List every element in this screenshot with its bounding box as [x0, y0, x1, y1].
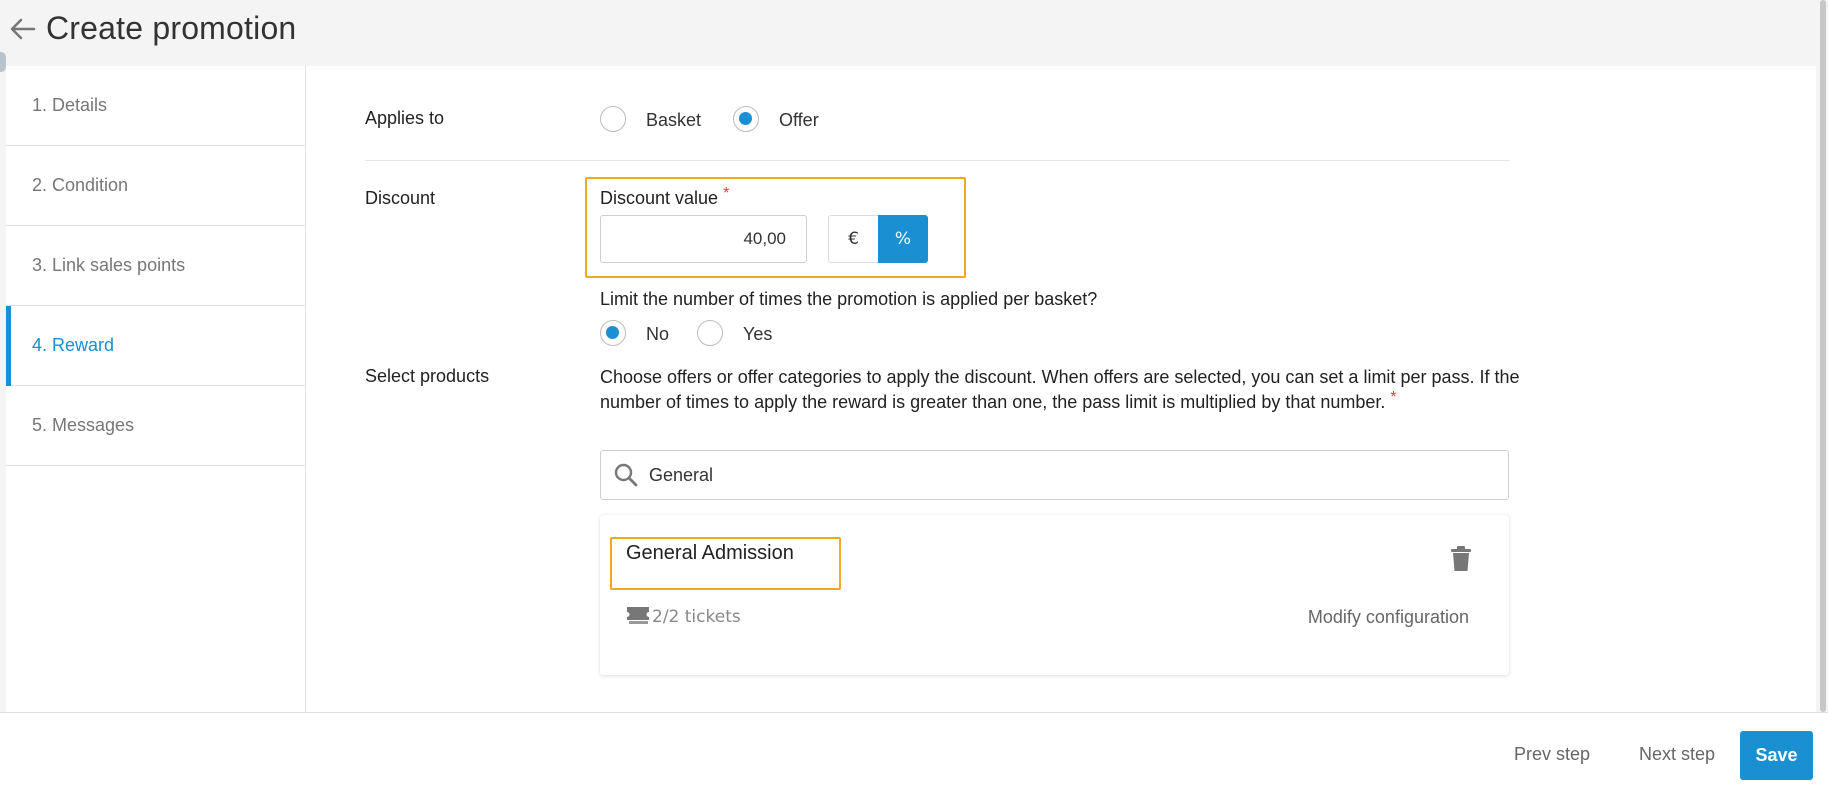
- step-label: 2. Condition: [32, 175, 129, 195]
- discount-value-input[interactable]: [600, 215, 807, 263]
- select-products-label: Select products: [365, 366, 490, 386]
- next-step-button[interactable]: Next step: [1639, 744, 1715, 765]
- scrollbar-thumb[interactable]: [1820, 0, 1826, 712]
- radio-limit-yes[interactable]: [697, 320, 723, 346]
- step-label: 1. Details: [32, 95, 108, 115]
- unit-percent-button[interactable]: %: [878, 215, 928, 263]
- radio-offer-label[interactable]: Offer: [779, 110, 819, 131]
- steps-sidebar: 1. Details 2. Condition 3. Link sales po…: [6, 66, 306, 712]
- page-header: Create promotion: [0, 0, 1828, 66]
- step-condition[interactable]: 2. Condition: [6, 146, 306, 226]
- step-details[interactable]: 1. Details: [6, 66, 306, 146]
- section-divider: [365, 160, 1510, 161]
- page-title: Create promotion: [46, 10, 297, 46]
- products-description: Choose offers or offer categories to app…: [600, 365, 1520, 416]
- modify-configuration-link[interactable]: Modify configuration: [1308, 607, 1469, 628]
- radio-basket[interactable]: [600, 106, 626, 132]
- offer-title: General Admission: [626, 542, 794, 564]
- products-description-text: Choose offers or offer categories to app…: [600, 367, 1520, 412]
- step-label: 3. Link sales points: [32, 255, 186, 275]
- step-label: 4. Reward: [32, 335, 115, 355]
- save-button[interactable]: Save: [1740, 731, 1813, 780]
- discount-value-label: Discount value *: [600, 185, 730, 209]
- step-label: 5. Messages: [32, 415, 135, 435]
- offer-card: General Admission 2/2 tickets Modify con…: [600, 515, 1509, 675]
- radio-limit-no-label[interactable]: No: [646, 324, 669, 345]
- main-card: 1. Details 2. Condition 3. Link sales po…: [6, 66, 1816, 712]
- radio-limit-yes-label[interactable]: Yes: [743, 324, 772, 345]
- limit-question: Limit the number of times the promotion …: [600, 289, 1098, 309]
- applies-to-label: Applies to: [365, 108, 445, 128]
- radio-limit-no[interactable]: [600, 320, 626, 346]
- step-messages[interactable]: 5. Messages: [6, 386, 306, 466]
- footer-bar: Prev step Next step Save: [0, 712, 1828, 793]
- tickets-count: 2/2 tickets: [652, 607, 741, 627]
- discount-value-text: Discount value: [600, 188, 719, 208]
- prev-step-button[interactable]: Prev step: [1514, 744, 1590, 765]
- radio-offer[interactable]: [733, 106, 759, 132]
- step-link-sales-points[interactable]: 3. Link sales points: [6, 226, 306, 306]
- required-star: *: [723, 185, 730, 202]
- search-icon: [614, 463, 638, 487]
- ticket-icon: [627, 607, 649, 624]
- required-star: *: [1390, 389, 1397, 406]
- trash-icon[interactable]: [1450, 546, 1472, 572]
- unit-euro-button[interactable]: €: [828, 215, 878, 263]
- product-search-box[interactable]: [600, 450, 1509, 500]
- back-arrow-icon[interactable]: [8, 14, 38, 44]
- step-reward[interactable]: 4. Reward: [6, 306, 306, 386]
- radio-basket-label[interactable]: Basket: [646, 110, 701, 131]
- product-search-input[interactable]: [649, 451, 1489, 499]
- discount-label: Discount: [365, 188, 436, 208]
